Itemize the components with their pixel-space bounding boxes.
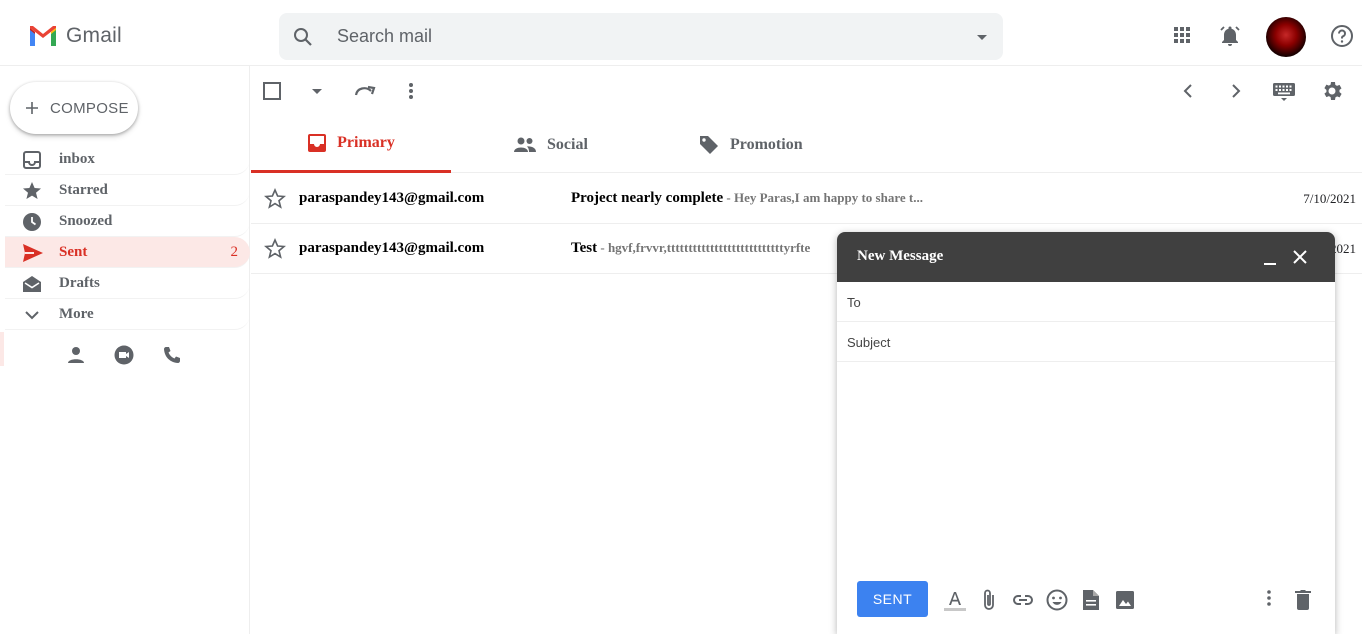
notifications-bell-icon[interactable] (1218, 24, 1242, 48)
clock-icon (22, 212, 42, 232)
to-field (837, 282, 1335, 322)
sidebar-item-sent[interactable]: Sent 2 (5, 237, 250, 268)
plus-icon (26, 102, 38, 114)
sidebar: COMPOSE inbox Starred Snoozed Sent 2 Dra… (0, 66, 250, 634)
search-options-icon[interactable] (975, 30, 989, 44)
video-call-icon[interactable] (114, 345, 134, 365)
tab-label: Promotion (730, 135, 803, 153)
compose-button[interactable]: COMPOSE (10, 82, 138, 134)
email-sender: paraspandey143@gmail.com (299, 240, 485, 256)
sidebar-item-label: Drafts (59, 274, 100, 291)
message-body-textarea[interactable] (837, 363, 1335, 563)
email-row[interactable]: paraspandey143@gmail.com Project nearly … (251, 174, 1362, 224)
star-outline-icon[interactable] (264, 188, 286, 210)
sidebar-item-more[interactable]: More (5, 299, 250, 330)
to-input[interactable] (847, 292, 1317, 312)
mail-toolbar (251, 67, 1362, 115)
sidebar-item-label: More (59, 305, 94, 322)
sidebar-item-inbox[interactable]: inbox (5, 144, 250, 175)
app-name: Gmail (66, 24, 122, 47)
send-button[interactable]: SENT (857, 581, 928, 617)
sidebar-item-label: Sent (59, 243, 88, 260)
attach-file-icon[interactable] (979, 588, 999, 612)
inbox-icon (307, 133, 327, 153)
email-snippet: - Hey Paras,I am happy to share t... (723, 190, 923, 205)
insert-photo-icon[interactable] (1114, 588, 1136, 612)
keyboard-icon[interactable] (1272, 79, 1296, 103)
select-all-checkbox[interactable] (262, 79, 282, 103)
account-avatar[interactable] (1266, 17, 1306, 57)
tab-social[interactable]: Social (513, 116, 588, 173)
chevron-down-icon (22, 305, 42, 325)
gmail-m-icon (28, 24, 58, 48)
contacts-icon[interactable] (66, 345, 86, 365)
email-message: Project nearly complete - Hey Paras,I am… (571, 190, 923, 207)
drafts-icon (22, 274, 42, 294)
compose-window-title: New Message (857, 248, 944, 264)
sidebar-item-starred[interactable]: Starred (5, 175, 250, 206)
phone-icon[interactable] (162, 345, 182, 365)
subject-field (837, 322, 1335, 362)
tab-label: Social (547, 135, 588, 153)
apps-grid-icon[interactable] (1171, 24, 1193, 46)
sidebar-quick-actions (66, 345, 182, 365)
top-header: Gmail (0, 0, 1362, 66)
more-options-icon[interactable] (1261, 588, 1277, 612)
tag-icon (698, 134, 720, 156)
emoji-icon[interactable] (1045, 588, 1069, 612)
subject-input[interactable] (847, 332, 1317, 352)
close-icon[interactable] (1291, 248, 1309, 266)
sidebar-nav: inbox Starred Snoozed Sent 2 Drafts More (5, 144, 250, 330)
email-snippet: - hgvf,frvvr,ttttttttttttttttttttttttttt… (597, 240, 811, 255)
tab-label: Primary (337, 134, 395, 151)
email-subject: Project nearly complete (571, 190, 724, 206)
tab-promotion[interactable]: Promotion (698, 116, 803, 173)
insert-link-icon[interactable] (1011, 588, 1035, 612)
chevron-left-icon[interactable] (1177, 79, 1199, 103)
tab-primary[interactable]: Primary (251, 116, 451, 173)
email-message: Test - hgvf,frvvr,tttttttttttttttttttttt… (571, 240, 810, 257)
refresh-icon[interactable] (353, 79, 377, 103)
chevron-right-icon[interactable] (1225, 79, 1247, 103)
formatting-icon[interactable] (943, 588, 967, 612)
search-icon[interactable] (291, 25, 315, 49)
select-dropdown-icon[interactable] (309, 79, 325, 103)
compose-label: COMPOSE (50, 99, 129, 117)
sidebar-item-drafts[interactable]: Drafts (5, 268, 250, 299)
more-vert-icon[interactable] (403, 79, 419, 103)
sent-count-badge: 2 (230, 243, 239, 260)
sidebar-item-label: Starred (59, 181, 108, 198)
search-input[interactable] (337, 21, 937, 52)
email-date: 7/10/2021 (1303, 191, 1356, 206)
inbox-icon (22, 150, 42, 170)
discard-draft-icon[interactable] (1293, 588, 1313, 612)
email-subject: Test (571, 240, 598, 256)
compose-window: New Message SENT (837, 232, 1335, 634)
search-bar (279, 13, 1003, 60)
compose-window-header: New Message (837, 232, 1335, 282)
email-sender: paraspandey143@gmail.com (299, 190, 485, 206)
sidebar-item-snoozed[interactable]: Snoozed (5, 206, 250, 237)
star-outline-icon[interactable] (264, 238, 286, 260)
sidebar-item-label: inbox (59, 150, 95, 167)
star-icon (22, 181, 42, 201)
minimize-icon[interactable] (1261, 248, 1279, 268)
insert-file-icon[interactable] (1081, 588, 1101, 612)
gmail-logo[interactable]: Gmail (28, 24, 122, 48)
settings-gear-icon[interactable] (1320, 79, 1344, 103)
sidebar-divider (0, 332, 4, 366)
help-icon[interactable] (1330, 24, 1354, 48)
category-tabs: Primary Social Promotion (251, 116, 1362, 173)
sidebar-item-label: Snoozed (59, 212, 113, 229)
send-icon (22, 243, 44, 263)
people-icon (513, 135, 537, 155)
